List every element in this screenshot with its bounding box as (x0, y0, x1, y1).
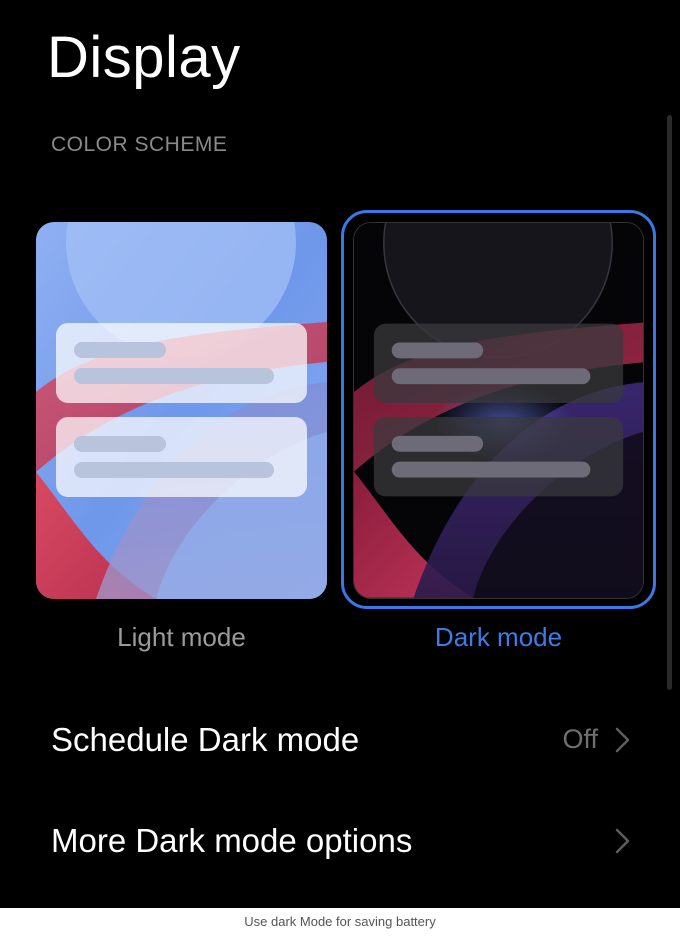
dark-mode-wallpaper (354, 223, 643, 598)
page-title: Display (47, 25, 241, 90)
more-dark-mode-options-row[interactable]: More Dark mode options (0, 796, 680, 886)
more-dark-mode-options-label: More Dark mode options (51, 822, 413, 859)
dark-mode-preview-card[interactable] (353, 222, 644, 599)
light-mode-preview-card[interactable] (36, 222, 327, 599)
chevron-right-icon (615, 828, 630, 854)
scrollbar[interactable] (667, 115, 672, 690)
schedule-dark-mode-value: Off (562, 724, 598, 754)
caption-bar: Use dark Mode for saving battery (0, 908, 680, 937)
color-scheme-section-label: COLOR SCHEME (51, 133, 228, 156)
light-mode-wallpaper (36, 222, 327, 599)
schedule-dark-mode-row[interactable]: Schedule Dark mode Off (0, 695, 680, 785)
schedule-dark-mode-label: Schedule Dark mode (51, 721, 360, 758)
dark-mode-label[interactable]: Dark mode (353, 621, 644, 653)
light-mode-label[interactable]: Light mode (36, 621, 327, 653)
chevron-right-icon (615, 727, 630, 753)
caption-text: Use dark Mode for saving battery (244, 914, 436, 929)
